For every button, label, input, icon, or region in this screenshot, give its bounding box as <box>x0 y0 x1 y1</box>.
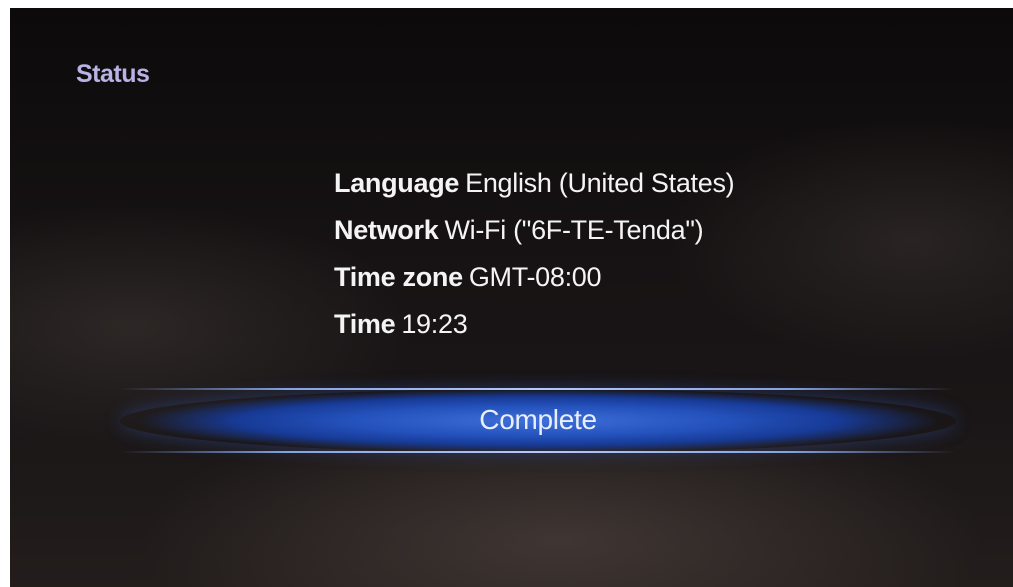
tv-screen: Status Language English (United States) N… <box>10 8 1013 587</box>
language-value: English (United States) <box>465 168 735 198</box>
time-key: Time <box>334 309 396 339</box>
network-key: Network <box>334 215 439 245</box>
time-zone-row: Time zone GMT-08:00 <box>334 254 734 301</box>
complete-button[interactable]: Complete <box>120 389 956 453</box>
time-zone-key: Time zone <box>334 262 463 292</box>
focus-highlight-top <box>120 388 956 390</box>
time-row: Time 19:23 <box>334 301 734 348</box>
time-value: 19:23 <box>401 309 468 339</box>
status-summary: Language English (United States) Network W… <box>334 160 735 348</box>
network-value: Wi-Fi ("6F-TE-Tenda") <box>444 215 704 245</box>
page-title: Status <box>76 60 150 88</box>
language-row: Language English (United States) <box>334 160 735 207</box>
language-key: Language <box>334 168 460 198</box>
focus-highlight-bottom <box>120 451 956 453</box>
network-row: Network Wi-Fi ("6F-TE-Tenda") <box>334 207 734 254</box>
complete-button-label: Complete <box>479 404 597 435</box>
time-zone-value: GMT-08:00 <box>468 262 602 292</box>
